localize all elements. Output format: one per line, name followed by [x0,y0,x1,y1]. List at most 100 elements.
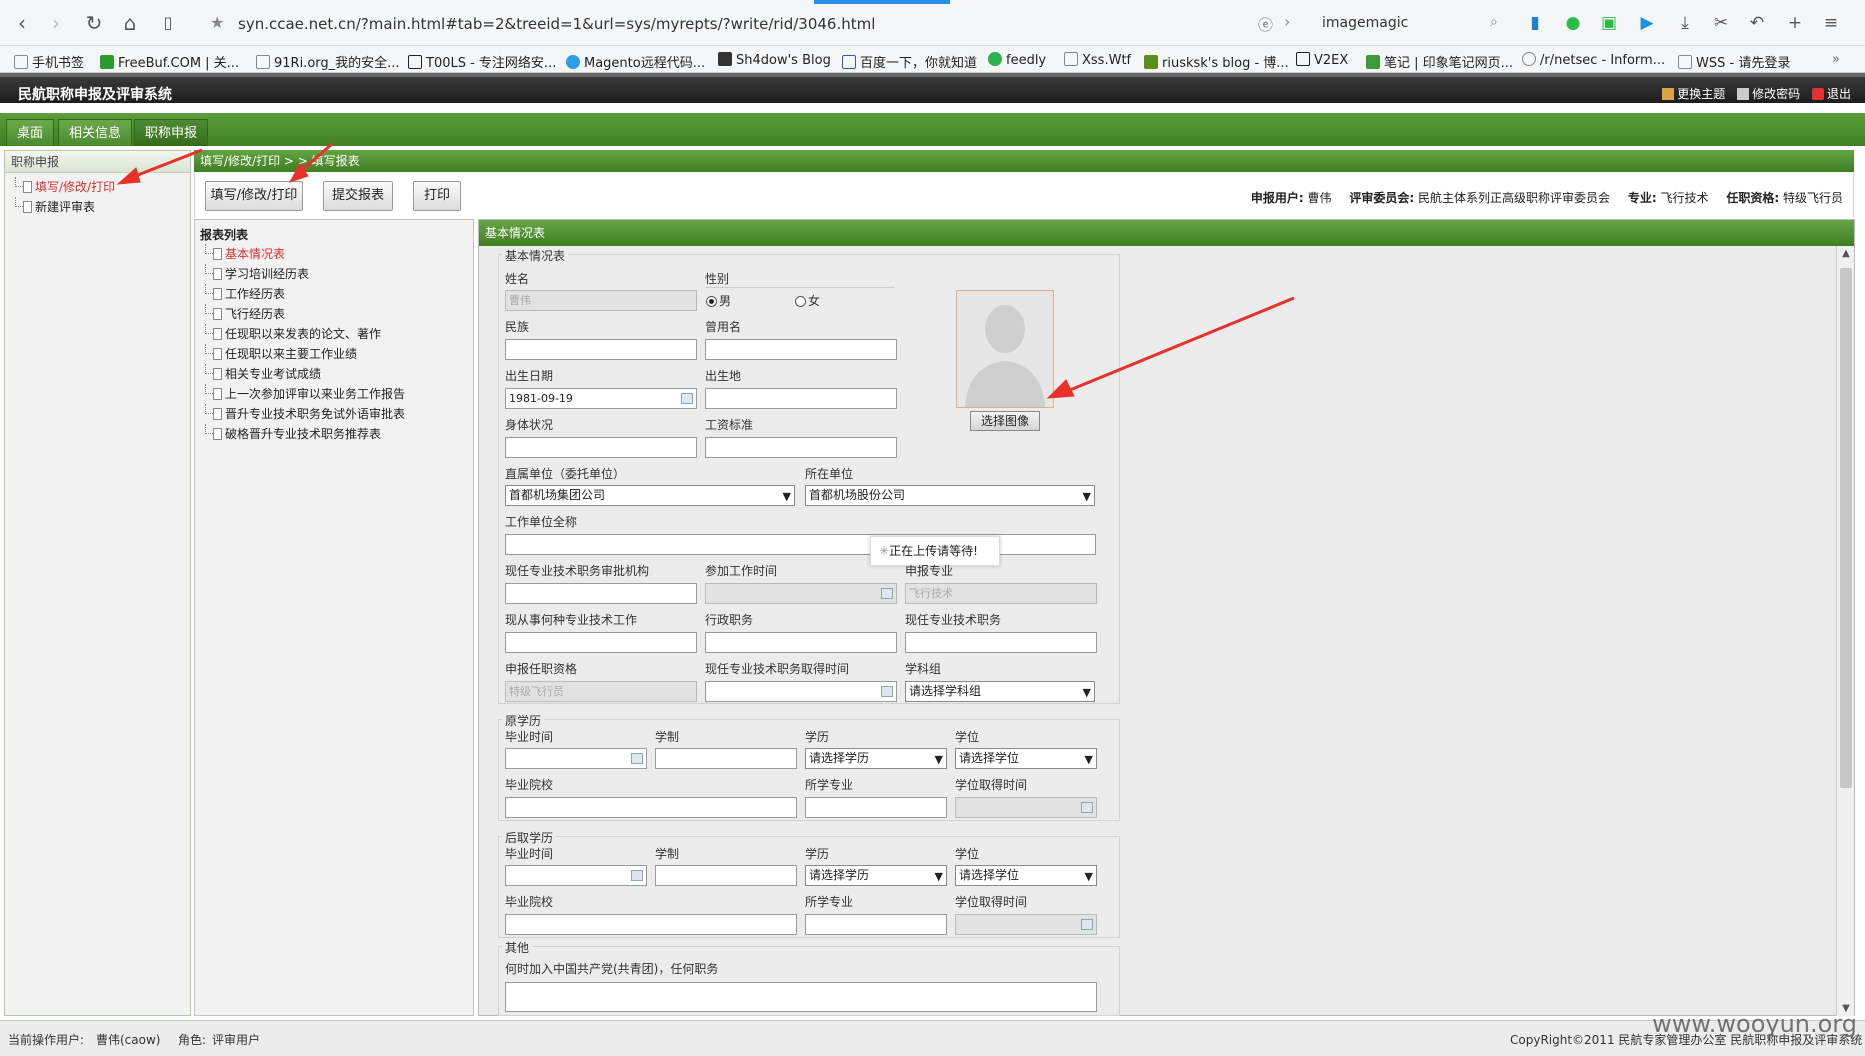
change-theme-link[interactable]: 更换主题 [1662,87,1725,101]
bookmark-item[interactable]: riusksk's blog - 博... [1144,52,1289,71]
unit-select[interactable]: 首都机场股份公司 ▼ [805,485,1095,506]
calendar-icon[interactable] [1081,919,1093,930]
apply-qual-input[interactable]: 特级飞行员 [505,681,697,702]
degree-time-input[interactable] [955,914,1097,935]
work-start-input[interactable] [705,583,897,604]
menu-icon[interactable]: ≡ [1820,12,1842,34]
report-item[interactable]: 飞行经历表 [195,304,473,324]
bookmark-item[interactable]: 笔记 | 印象笔记网页... [1366,52,1513,71]
bookmark-item[interactable]: 手机书签 [14,52,84,71]
bookmark-item[interactable]: 91Ri.org_我的安全... [256,52,400,71]
photo-placeholder[interactable] [956,290,1054,408]
report-item[interactable]: 破格晋升专业技术职务推荐表 [195,424,473,444]
party-textarea[interactable] [505,982,1097,1012]
direct-unit-select[interactable]: 首都机场集团公司 ▼ [505,485,795,506]
home-icon[interactable]: ⌂ [120,12,140,34]
ethnic-input[interactable] [505,339,697,360]
edu-select[interactable]: 请选择学历 ▼ [805,748,947,769]
bookmark-item[interactable]: Magento远程代码... [566,52,705,71]
edu-select[interactable]: 请选择学历 ▼ [805,865,947,886]
calendar-icon[interactable] [1081,802,1093,813]
ie-mode-icon[interactable]: ⓔ [1258,14,1273,35]
report-item[interactable]: 上一次参加评审以来业务工作报告 [195,384,473,404]
approve-org-input[interactable] [505,583,697,604]
schooling-input[interactable] [655,748,797,769]
report-item[interactable]: 工作经历表 [195,284,473,304]
submit-report-button[interactable]: 提交报表 [323,181,393,211]
nav-fill-modify-print[interactable]: 填写/修改/打印 [5,177,190,197]
former-name-input[interactable] [705,339,897,360]
tab-title-application[interactable]: 职称申报 [134,119,209,146]
admin-post-input[interactable] [705,632,897,653]
report-item[interactable]: 任现职以来主要工作业绩 [195,344,473,364]
logout-link[interactable]: 退出 [1811,87,1851,101]
calendar-icon[interactable] [631,753,643,764]
school-input[interactable] [505,914,797,935]
apply-major-input[interactable]: 飞行技术 [905,583,1097,604]
nav-new-review-form[interactable]: 新建评审表 [5,197,190,217]
birth-date-input[interactable]: 1981-09-19 [505,388,697,409]
tab-related-info[interactable]: 相关信息 [58,119,133,146]
address-bar[interactable]: syn.ccae.net.cn/?main.html#tab=2&treeid=… [238,15,875,33]
star-icon[interactable]: ★ [210,13,224,32]
search-icon[interactable]: ⌕ [1490,14,1498,30]
train-icon[interactable]: ▣ [1598,12,1620,34]
major-studied-input[interactable] [805,914,947,935]
report-item[interactable]: 相关专业考试成绩 [195,364,473,384]
bookmark-item[interactable]: T00LS - 专注网络安... [408,52,556,71]
choose-image-button[interactable]: 选择图像 [970,411,1040,431]
tech-post-input[interactable] [905,632,1097,653]
bookmark-item[interactable]: /r/netsec - Inform... [1522,52,1665,68]
report-item[interactable]: 学习培训经历表 [195,264,473,284]
health-input[interactable] [505,437,697,458]
schooling-input[interactable] [655,865,797,886]
download-icon[interactable]: ⤓ [1674,12,1696,34]
wechat-icon[interactable]: ● [1562,12,1584,34]
gender-male-radio[interactable] [706,296,717,307]
more-bookmarks-icon[interactable]: » [1832,52,1840,67]
calendar-icon[interactable] [631,870,643,881]
play-icon[interactable]: ▶ [1636,12,1658,34]
reload-icon[interactable]: ↻ [84,12,104,34]
bookmark-item[interactable]: 百度一下，你就知道 [842,52,977,71]
gender-female-radio[interactable] [795,296,806,307]
scroll-up-icon[interactable]: ▲ [1840,248,1852,259]
bookmark-item[interactable]: WSS - 请先登录 [1678,52,1790,71]
back-icon[interactable]: ‹ [12,12,32,34]
bookmark-item[interactable]: V2EX [1296,52,1348,68]
post-time-input[interactable] [705,681,897,702]
undo-icon[interactable]: ↶ [1746,12,1768,34]
degree-select[interactable]: 请选择学位 ▼ [955,865,1097,886]
report-item[interactable]: 晋升专业技术职务免试外语审批表 [195,404,473,424]
new-tab-icon[interactable]: + [1784,12,1806,34]
report-item-basic-info[interactable]: 基本情况表 [195,244,473,264]
subject-select[interactable]: 请选择学科组 ▼ [905,681,1095,702]
chevron-right-icon[interactable]: › [1284,12,1290,31]
fullname-input[interactable] [505,534,1096,555]
scroll-thumb[interactable] [1840,268,1852,788]
tech-work-input[interactable] [505,632,697,653]
reader-icon[interactable]: ▯ [158,12,178,34]
grad-time-input[interactable] [505,865,647,886]
search-input[interactable]: imagemagic [1322,15,1408,31]
scissors-icon[interactable]: ✂ [1710,12,1732,34]
tab-desktop[interactable]: 桌面 [6,119,55,146]
grad-time-input[interactable] [505,748,647,769]
school-input[interactable] [505,797,797,818]
print-button[interactable]: 打印 [413,181,461,211]
forward-icon[interactable]: › [46,12,66,34]
form-scrollbar[interactable]: ▲ ▼ [1836,246,1854,1016]
bookmark-item[interactable]: FreeBuf.COM | 关... [100,52,239,71]
name-input[interactable]: 曹伟 [505,290,697,311]
degree-time-input[interactable] [955,797,1097,818]
bookmark-item[interactable]: Sh4dow's Blog [718,52,831,68]
degree-select[interactable]: 请选择学位 ▼ [955,748,1097,769]
reading-list-icon[interactable]: ▮ [1524,12,1546,34]
bookmark-item[interactable]: Xss.Wtf [1064,52,1131,68]
major-studied-input[interactable] [805,797,947,818]
calendar-icon[interactable] [881,686,893,697]
calendar-icon[interactable] [681,393,693,404]
salary-input[interactable] [705,437,897,458]
bookmark-item[interactable]: feedly [988,52,1046,68]
fill-modify-print-button[interactable]: 填写/修改/打印 [205,181,303,211]
